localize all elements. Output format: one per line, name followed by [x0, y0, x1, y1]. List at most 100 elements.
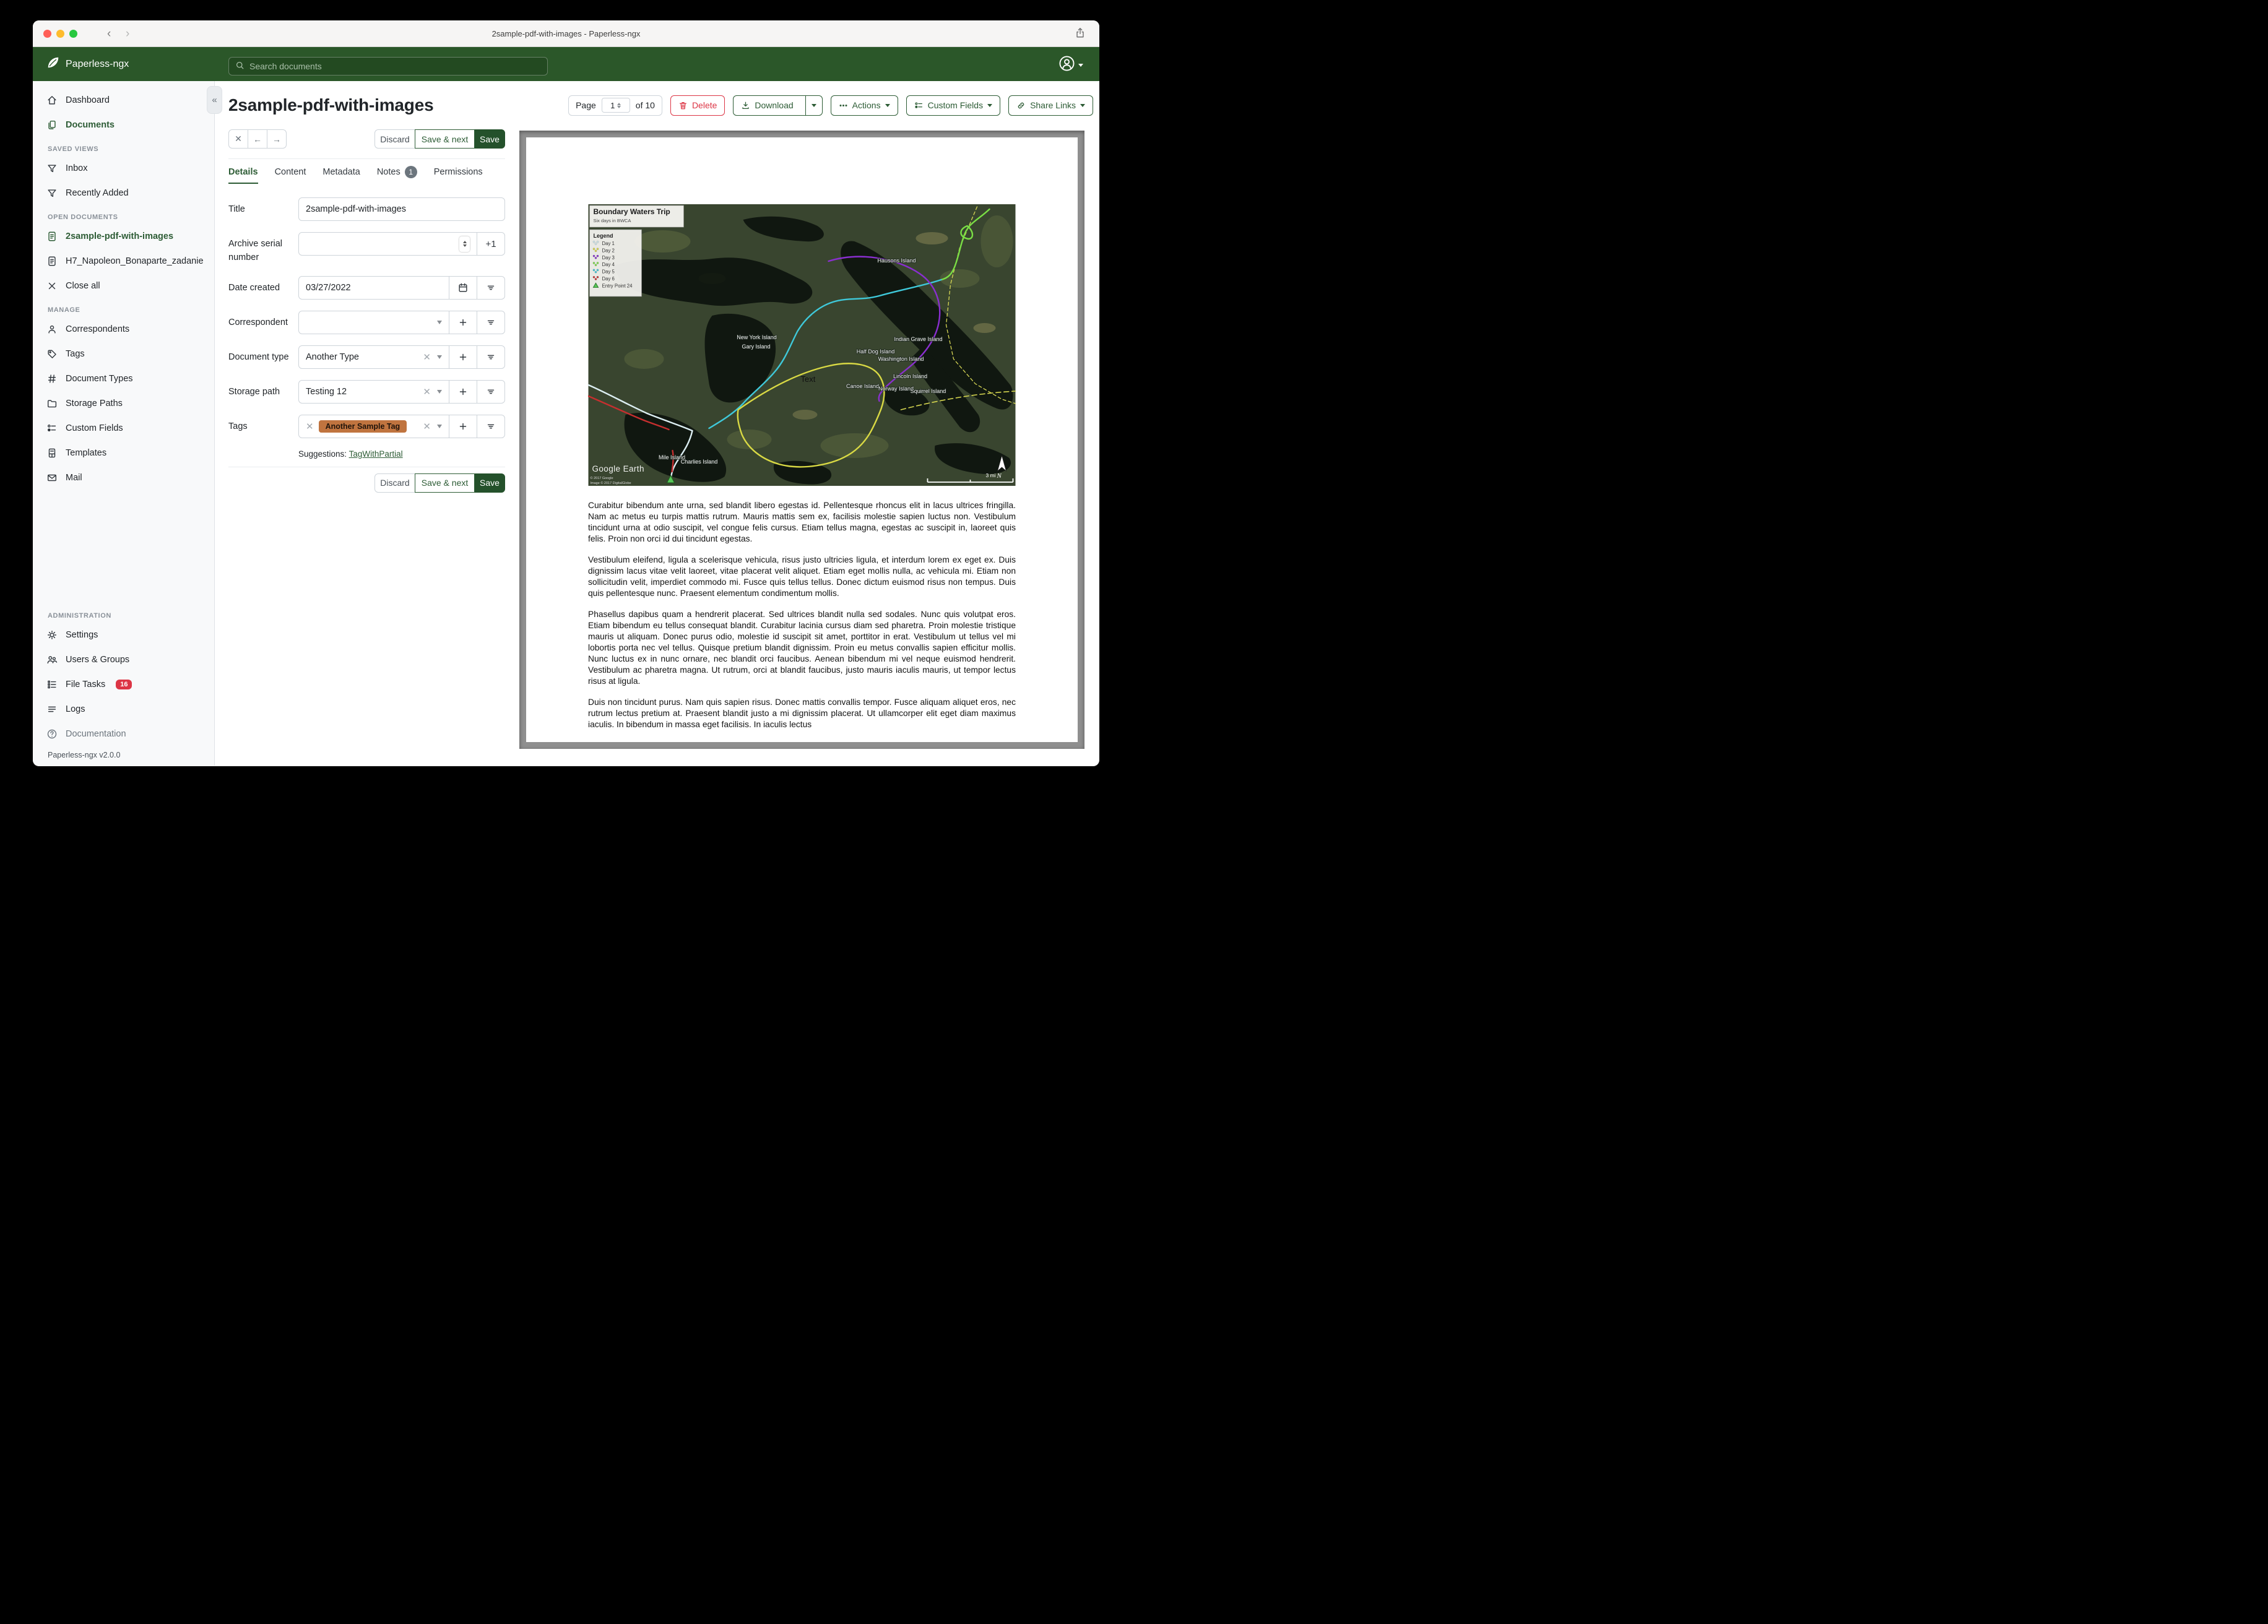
minimize-window-button[interactable] [56, 30, 64, 38]
suggestions-label: Suggestions: [298, 449, 347, 459]
page-stepper[interactable] [617, 102, 621, 108]
sidebar-item-settings[interactable]: Settings [40, 624, 207, 646]
svg-text:Legend: Legend [594, 233, 613, 239]
sidebar-item-dashboard[interactable]: Dashboard [40, 90, 207, 111]
suggestion-tag-link[interactable]: TagWithPartial [349, 449, 403, 459]
download-options-caret[interactable] [805, 95, 822, 115]
file-tasks-badge: 16 [116, 680, 132, 689]
pdf-preview-pane[interactable]: Boundary Waters Trip Six days in BWCA Le… [519, 131, 1084, 749]
app-brand-label: Paperless-ngx [66, 58, 129, 69]
doc-nav-buttons: ✕ ← → [228, 129, 287, 149]
asn-stepper[interactable] [459, 236, 470, 252]
discard-button-bottom[interactable]: Discard [374, 473, 415, 493]
asn-next-button[interactable]: +1 [477, 233, 504, 255]
sidebar-item-users-groups[interactable]: Users & Groups [40, 649, 207, 670]
storage-filter-button[interactable] [477, 380, 504, 403]
next-document-button[interactable]: → [267, 129, 287, 149]
clear-icon[interactable]: ✕ [423, 386, 431, 397]
funnel-icon [48, 165, 56, 173]
user-avatar-icon [1058, 55, 1075, 75]
date-filter-button[interactable] [477, 276, 504, 299]
sidebar-item-logs[interactable]: Logs [40, 699, 207, 720]
previous-document-button[interactable]: ← [248, 129, 267, 149]
remove-tag-icon[interactable]: ✕ [306, 421, 314, 432]
sidebar-item-h7-napoleon-bonaparte-zadanie[interactable]: H7_Napoleon_Bonaparte_zadanie [40, 251, 207, 272]
sidebar-item-templates[interactable]: Templates [40, 443, 207, 464]
add-storage-path-button[interactable] [449, 380, 477, 403]
template-icon [48, 448, 56, 458]
sidebar-item-documentation[interactable]: Documentation [40, 723, 207, 745]
sidebar-item-inbox[interactable]: Inbox [40, 158, 207, 179]
search-input[interactable]: Search documents [228, 57, 548, 76]
save-actions-bottom: Discard Save & next Save [374, 473, 505, 493]
save-button-bottom[interactable]: Save [474, 473, 505, 493]
close-document-button[interactable]: ✕ [228, 129, 248, 149]
correspondent-select[interactable] [299, 311, 449, 334]
gear-icon [47, 630, 57, 640]
fields-icon [47, 425, 56, 432]
clear-icon[interactable]: ✕ [423, 352, 431, 363]
doctype-filter-button[interactable] [477, 345, 504, 368]
folder-icon [47, 400, 57, 408]
sidebar-item-document-types[interactable]: Document Types [40, 368, 207, 389]
storage-path-select[interactable]: Testing 12 ✕ [299, 381, 449, 403]
correspondent-field-label: Correspondent [228, 317, 288, 327]
paperless-leaf-logo-icon [46, 56, 60, 72]
sidebar-item-tags[interactable]: Tags [40, 343, 207, 365]
file-icon [48, 231, 56, 241]
tab-details[interactable]: Details [228, 167, 258, 184]
calendar-button[interactable] [449, 276, 477, 299]
sidebar-collapse-button[interactable]: « [207, 86, 222, 114]
tab-metadata[interactable]: Metadata [322, 167, 360, 184]
svg-text:Text: Text [801, 374, 816, 384]
delete-button[interactable]: Delete [670, 95, 725, 116]
sidebar-item-2sample-pdf-with-images[interactable]: 2sample-pdf-with-images [40, 226, 207, 247]
discard-button[interactable]: Discard [374, 129, 415, 149]
sidebar-item-close-all[interactable]: Close all [40, 275, 207, 296]
zoom-window-button[interactable] [69, 30, 77, 38]
asn-input[interactable] [299, 233, 477, 255]
page-title: 2sample-pdf-with-images [228, 95, 434, 114]
browser-forward-button[interactable]: › [126, 20, 129, 47]
tab-notes[interactable]: Notes 1 [377, 166, 417, 185]
document-toolbar: Page 1 of 10 Delete Download Actions Cus… [568, 95, 1093, 116]
sidebar-item-storage-paths[interactable]: Storage Paths [40, 393, 207, 414]
download-button[interactable]: Download [733, 95, 823, 116]
tag-chip[interactable]: Another Sample Tag [318, 420, 407, 433]
page-number-input[interactable]: 1 [601, 98, 630, 113]
actions-dropdown[interactable]: Actions [830, 95, 898, 116]
tab-content[interactable]: Content [275, 167, 306, 184]
tags-select[interactable]: ✕ Another Sample Tag ✕ [299, 415, 449, 438]
title-input[interactable]: 2sample-pdf-with-images [299, 198, 504, 220]
browser-back-button[interactable]: ‹ [107, 20, 111, 47]
sidebar-item-correspondents[interactable]: Correspondents [40, 319, 207, 340]
add-correspondent-button[interactable] [449, 311, 477, 334]
svg-text:Image © 2017 DigitalGlobe: Image © 2017 DigitalGlobe [591, 481, 631, 485]
share-links-dropdown[interactable]: Share Links [1008, 95, 1093, 116]
sidebar-item-custom-fields[interactable]: Custom Fields [40, 418, 207, 439]
sidebar-item-documents[interactable]: Documents [40, 114, 207, 136]
user-menu[interactable] [1058, 55, 1083, 75]
tab-permissions[interactable]: Permissions [434, 167, 483, 184]
pdf-paragraph: Vestibulum eleifend, ligula a scelerisqu… [588, 555, 1016, 598]
pdf-paragraph: Phasellus dapibus quam a hendrerit place… [588, 610, 1016, 686]
tags-filter-button[interactable] [477, 415, 504, 438]
close-window-button[interactable] [43, 30, 51, 38]
sidebar-item-recently-added[interactable]: Recently Added [40, 183, 207, 204]
date-created-input[interactable]: 03/27/2022 [299, 277, 449, 299]
sidebar-item-mail[interactable]: Mail [40, 467, 207, 488]
save-next-button-bottom[interactable]: Save & next [415, 473, 475, 493]
svg-text:Entry Point 24: Entry Point 24 [602, 283, 633, 288]
page-label: Page [576, 100, 596, 110]
save-next-button[interactable]: Save & next [415, 129, 475, 149]
add-doctype-button[interactable] [449, 345, 477, 368]
app-brand[interactable]: Paperless-ngx [46, 56, 129, 72]
share-icon[interactable] [1075, 27, 1086, 41]
clear-icon[interactable]: ✕ [423, 421, 431, 432]
save-button[interactable]: Save [474, 129, 505, 149]
add-tag-button[interactable] [449, 415, 477, 438]
doctype-select[interactable]: Another Type ✕ [299, 346, 449, 368]
sidebar-item-file-tasks[interactable]: File Tasks 16 [40, 674, 207, 695]
custom-fields-dropdown[interactable]: Custom Fields [906, 95, 1001, 116]
correspondent-filter-button[interactable] [477, 311, 504, 334]
